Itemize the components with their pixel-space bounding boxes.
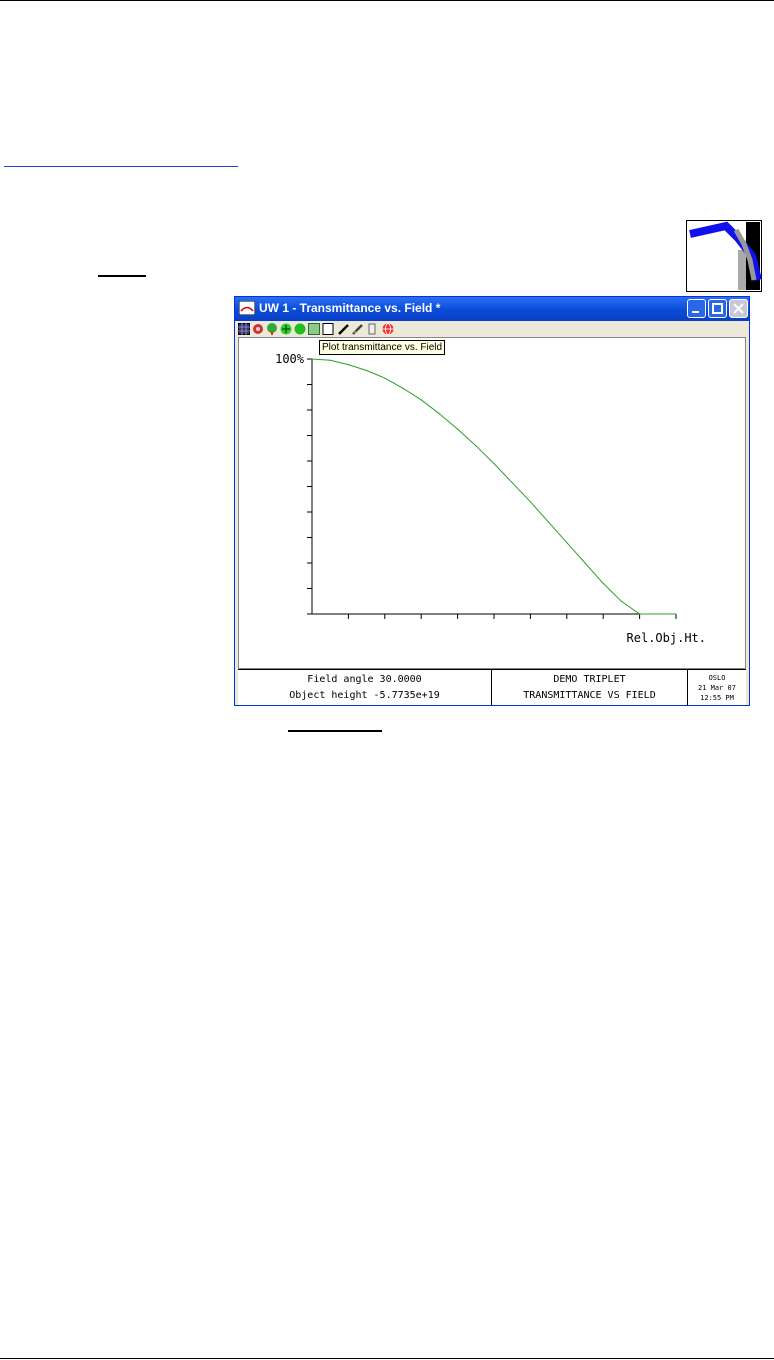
time-text: 12:55 PM xyxy=(700,694,734,702)
plot-window: UW 1 - Transmittance vs. Field * Plot tr… xyxy=(234,296,750,706)
transmittance-chart: 100% Rel.Obj.Ht. xyxy=(275,352,706,645)
data-point xyxy=(384,377,386,379)
data-point xyxy=(420,399,422,401)
data-point xyxy=(584,562,586,564)
hyperlink-underline[interactable] xyxy=(4,166,238,167)
data-point xyxy=(493,462,495,465)
top-rule xyxy=(0,0,774,1)
chart-axes xyxy=(307,358,677,619)
data-point xyxy=(620,600,622,602)
series-line xyxy=(311,358,676,615)
globe-icon[interactable] xyxy=(382,323,394,335)
circle-icon[interactable] xyxy=(294,323,306,335)
minimize-button[interactable] xyxy=(687,299,706,318)
title-bar[interactable]: UW 1 - Transmittance vs. Field * xyxy=(235,297,749,321)
data-point xyxy=(366,369,368,372)
data-point xyxy=(402,387,404,389)
corner-icon xyxy=(686,220,762,292)
lens-title-text: DEMO TRIPLET xyxy=(553,674,626,685)
data-point xyxy=(311,358,313,360)
bottom-rule xyxy=(0,1358,774,1359)
data-point xyxy=(566,542,568,544)
text-underline xyxy=(288,730,382,732)
footer-right-cell: OSLO 21 Mar 07 12:55 PM xyxy=(688,670,746,705)
data-point xyxy=(457,428,459,430)
close-button[interactable] xyxy=(729,299,748,318)
tree-icon[interactable] xyxy=(266,323,278,335)
field-angle-text: Field angle 30.0000 xyxy=(307,674,422,685)
data-point xyxy=(511,482,513,484)
data-point xyxy=(329,359,331,361)
program-name: OSLO xyxy=(708,674,726,682)
page-icon[interactable] xyxy=(322,323,334,335)
spot-icon[interactable] xyxy=(252,323,264,335)
y-axis-top-label: 100% xyxy=(275,352,305,366)
plot-area: 100% Rel.Obj.Ht. xyxy=(238,337,746,669)
plot-title-text: TRANSMITTANCE VS FIELD xyxy=(523,690,656,701)
plot-footer: Field angle 30.0000 Object height -5.773… xyxy=(238,669,746,705)
data-point xyxy=(529,501,531,503)
data-point xyxy=(602,582,604,584)
data-point xyxy=(649,613,652,615)
maximize-button[interactable] xyxy=(708,299,727,318)
text-underline xyxy=(98,275,146,277)
grid-icon[interactable] xyxy=(238,323,250,335)
marker-icon[interactable] xyxy=(366,323,378,335)
plus-icon[interactable] xyxy=(280,323,292,335)
data-point xyxy=(675,613,677,615)
toolbar-tooltip: Plot transmittance vs. Field xyxy=(319,340,446,355)
data-point xyxy=(639,613,641,615)
minimize-icon xyxy=(692,311,699,313)
footer-center-cell: DEMO TRIPLET TRANSMITTANCE VS FIELD xyxy=(492,670,688,705)
data-point xyxy=(347,364,349,366)
toolbar xyxy=(235,321,749,337)
close-icon xyxy=(733,303,744,314)
pen2-icon[interactable] xyxy=(352,323,364,335)
series-points xyxy=(311,358,677,615)
image-icon[interactable] xyxy=(308,323,320,335)
date-text: 21 Mar 07 xyxy=(698,684,736,692)
data-point xyxy=(548,521,550,523)
object-height-text: Object height -5.7735e+19 xyxy=(289,690,440,701)
data-point xyxy=(438,413,440,415)
footer-left-cell: Field angle 30.0000 Object height -5.773… xyxy=(238,670,492,705)
maximize-icon xyxy=(712,303,723,314)
x-axis-label: Rel.Obj.Ht. xyxy=(627,631,706,645)
data-point xyxy=(475,445,477,447)
window-title: UW 1 - Transmittance vs. Field * xyxy=(259,301,441,315)
pen-icon[interactable] xyxy=(338,323,350,335)
window-icon xyxy=(239,301,255,315)
